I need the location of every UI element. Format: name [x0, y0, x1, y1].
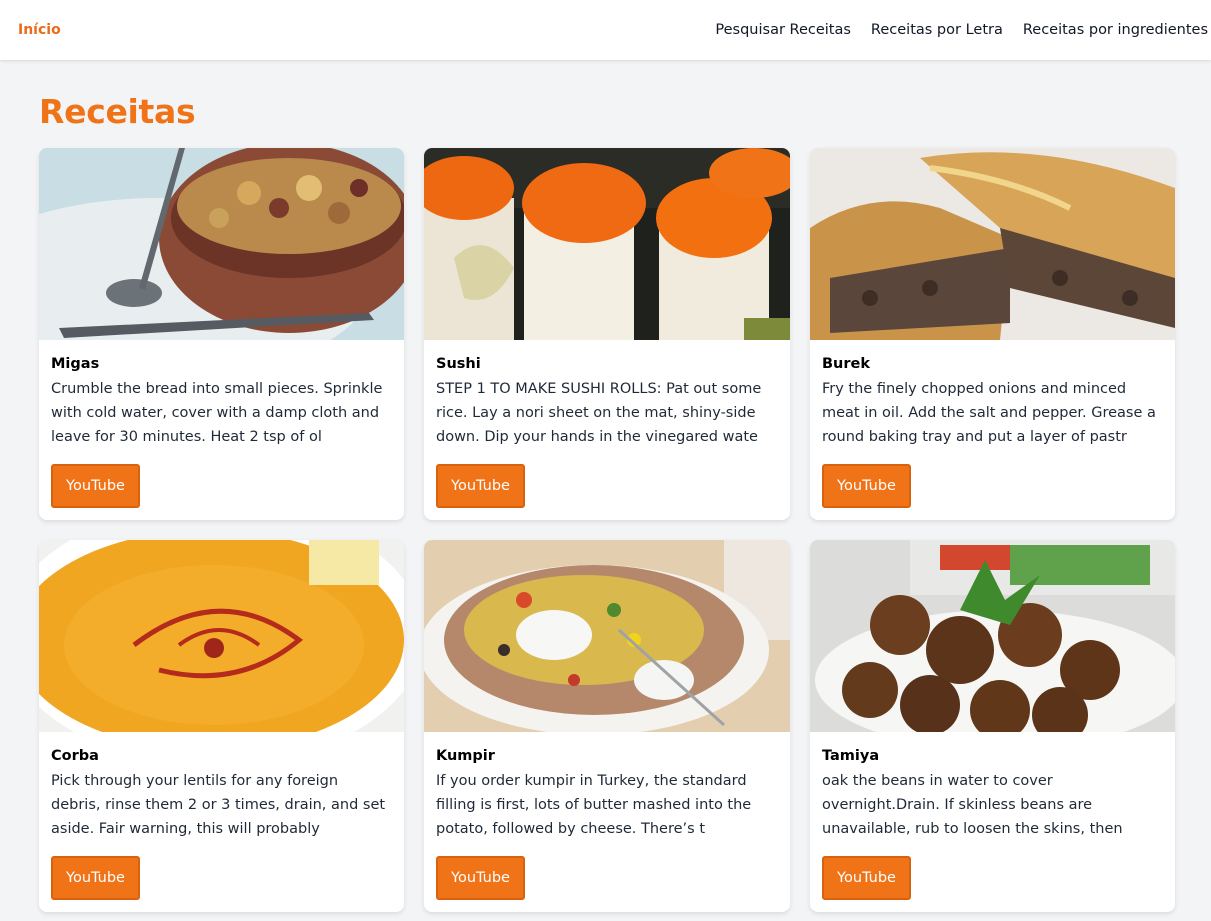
recipe-title: Corba [51, 748, 99, 764]
recipe-image[interactable] [424, 540, 790, 732]
recipe-title: Migas [51, 356, 100, 372]
recipe-description: STEP 1 TO MAKE SUSHI ROLLS: Pat out some… [436, 381, 762, 445]
burek-photo [810, 148, 1175, 340]
kumpir-photo [424, 540, 790, 732]
recipe-title: Tamiya [822, 748, 880, 764]
youtube-button[interactable]: YouTube [436, 856, 525, 900]
recipe-image[interactable] [39, 148, 404, 340]
recipe-grid: Migas Crumble the bread into small piece… [39, 148, 1175, 912]
youtube-button[interactable]: YouTube [51, 856, 140, 900]
recipe-image[interactable] [39, 540, 404, 732]
nav-link-by-ingredients[interactable]: Receitas por ingredientes [1013, 0, 1211, 60]
recipe-description: Crumble the bread into small pieces. Spr… [51, 381, 383, 445]
recipe-card: Tamiya oak the beans in water to cover o… [810, 540, 1175, 912]
recipe-title: Sushi [436, 356, 481, 372]
youtube-button[interactable]: YouTube [822, 856, 911, 900]
recipe-image[interactable] [810, 540, 1175, 732]
recipe-description: oak the beans in water to cover overnigh… [822, 773, 1123, 837]
main-nav: Pesquisar Receitas Receitas por Letra Re… [705, 0, 1211, 60]
recipe-card: Corba Pick through your lentils for any … [39, 540, 404, 912]
migas-photo [39, 148, 404, 340]
recipe-card: Kumpir If you order kumpir in Turkey, th… [424, 540, 790, 912]
recipe-card: Burek Fry the finely chopped onions and … [810, 148, 1175, 520]
recipe-image[interactable] [424, 148, 790, 340]
youtube-button[interactable]: YouTube [436, 464, 525, 508]
recipe-title: Burek [822, 356, 871, 372]
recipe-description: Fry the finely chopped onions and minced… [822, 381, 1156, 445]
recipe-description: Pick through your lentils for any foreig… [51, 773, 386, 837]
recipe-card: Migas Crumble the bread into small piece… [39, 148, 404, 520]
youtube-button[interactable]: YouTube [822, 464, 911, 508]
top-navbar: Início Pesquisar Receitas Receitas por L… [0, 0, 1211, 60]
recipe-description: If you order kumpir in Turkey, the stand… [436, 773, 752, 837]
recipe-title: Kumpir [436, 748, 495, 764]
youtube-button[interactable]: YouTube [51, 464, 140, 508]
nav-link-search[interactable]: Pesquisar Receitas [705, 0, 861, 60]
tamiya-photo [810, 540, 1175, 732]
nav-link-by-letter[interactable]: Receitas por Letra [861, 0, 1013, 60]
page-title: Receitas [39, 92, 196, 131]
recipe-image[interactable] [810, 148, 1175, 340]
home-link[interactable]: Início [18, 22, 61, 38]
recipe-card: Sushi STEP 1 TO MAKE SUSHI ROLLS: Pat ou… [424, 148, 790, 520]
sushi-photo [424, 148, 790, 340]
corba-photo [39, 540, 404, 732]
